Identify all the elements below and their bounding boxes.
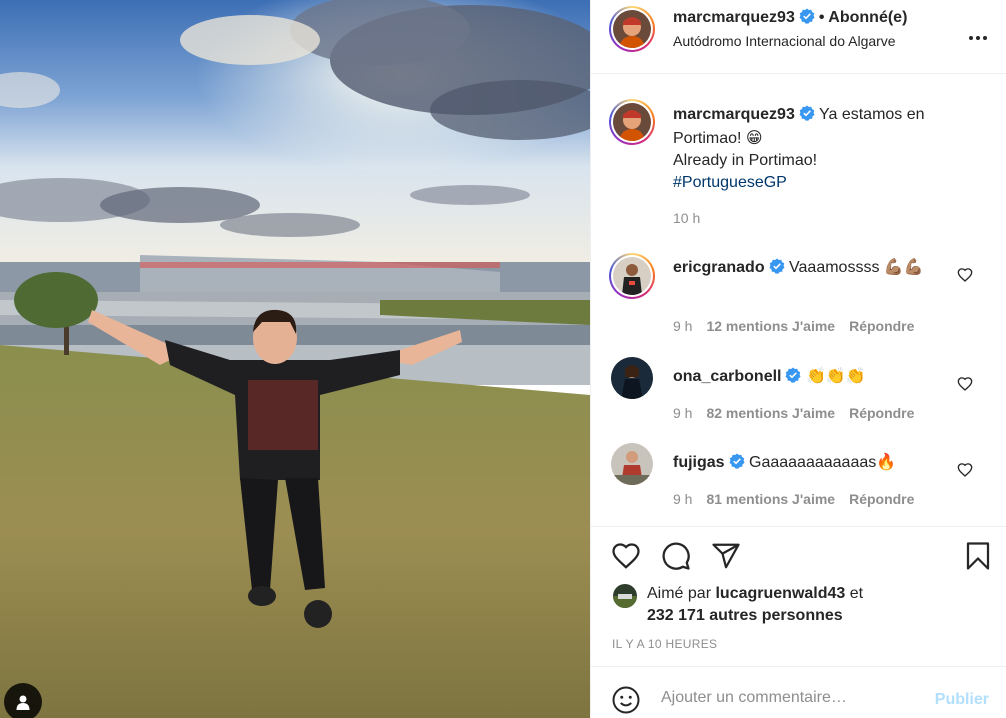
like-comment-heart-icon[interactable] <box>957 267 973 283</box>
comment-time[interactable]: 9 h <box>673 405 692 421</box>
hashtag-link[interactable]: #PortugueseGP <box>673 174 787 191</box>
tagged-users-button[interactable] <box>4 683 42 718</box>
like-heart-icon[interactable] <box>611 541 641 571</box>
comment-meta: 9 h 81 mentions J'aime Répondre <box>673 491 928 507</box>
likes-text: Aimé par lucagruenwald43 et 232 171 autr… <box>647 583 863 627</box>
post-location[interactable]: Autódromo Internacional do Algarve <box>673 33 896 49</box>
share-paper-plane-icon[interactable] <box>711 541 741 571</box>
commenter-avatar[interactable] <box>609 253 655 299</box>
like-comment-heart-icon[interactable] <box>957 376 973 392</box>
caption-line-3: Already in Portimao! <box>673 152 818 169</box>
comment-item: fujigas Gaaaaaaaaaaaas🔥 9 h 81 mentions J… <box>591 431 1006 511</box>
caption-username[interactable]: marcmarquez93 <box>673 106 795 123</box>
comment-likes[interactable]: 81 mentions J'aime <box>706 491 835 507</box>
comment-likes[interactable]: 12 mentions J'aime <box>706 318 835 334</box>
liker-avatar[interactable] <box>613 584 637 608</box>
post-action-bar <box>591 528 1006 584</box>
verified-badge-icon <box>729 453 745 476</box>
more-horizontal-icon <box>968 23 988 45</box>
post-header: marcmarquez93 • Abonné(e) Autódromo Inter… <box>591 0 1006 74</box>
bookmark-save-icon[interactable] <box>963 541 993 571</box>
liker-username[interactable]: lucagruenwald43 <box>715 585 845 602</box>
comment-meta: 9 h 12 mentions J'aime Répondre <box>673 318 928 334</box>
comment-time[interactable]: 9 h <box>673 491 692 507</box>
comment-body: Vaaamossss 💪🏽💪🏽 <box>789 259 924 276</box>
post-image <box>0 0 590 718</box>
comment-body: 👏👏👏 <box>805 368 866 385</box>
comment-username[interactable]: ericgranado <box>673 259 765 276</box>
comment-username[interactable]: fujigas <box>673 454 725 471</box>
verified-badge-icon <box>799 105 815 128</box>
comment-text: ona_carbonell 👏👏👏 <box>673 366 973 390</box>
verified-badge-icon <box>769 258 785 281</box>
comment-item: ona_carbonell 👏👏👏 9 h 82 mentions J'aime R… <box>591 345 1006 425</box>
caption-text: marcmarquez93 Ya estamos en Portimao! 😁 … <box>673 104 973 194</box>
likes-summary: Aimé par lucagruenwald43 et 232 171 autr… <box>591 580 1006 630</box>
comment-input[interactable] <box>661 689 921 707</box>
comment-meta: 9 h 82 mentions J'aime Répondre <box>673 405 928 421</box>
like-comment-heart-icon[interactable] <box>957 462 973 478</box>
comment-likes[interactable]: 82 mentions J'aime <box>706 405 835 421</box>
add-comment-bar: Publier <box>591 666 1006 718</box>
comment-bubble-icon[interactable] <box>661 541 691 571</box>
emoji-smiley-icon[interactable] <box>611 685 641 715</box>
user-icon <box>15 694 31 710</box>
comment-text: fujigas Gaaaaaaaaaaaas🔥 <box>673 452 973 476</box>
comment-username[interactable]: ona_carbonell <box>673 368 781 385</box>
commenter-avatar[interactable] <box>611 357 653 399</box>
verified-badge-icon <box>799 8 815 29</box>
commenter-avatar[interactable] <box>611 443 653 485</box>
header-username-line: marcmarquez93 • Abonné(e) <box>673 8 907 29</box>
author-username[interactable]: marcmarquez93 <box>673 9 795 26</box>
post-photo[interactable] <box>0 0 590 718</box>
follow-status-button[interactable]: • Abonné(e) <box>819 9 908 26</box>
comment-body: Gaaaaaaaaaaaas🔥 <box>749 454 897 471</box>
reply-button[interactable]: Répondre <box>849 318 914 334</box>
caption-line-1: Ya estamos en <box>819 106 925 123</box>
author-avatar[interactable] <box>609 6 655 52</box>
comments-list: marcmarquez93 Ya estamos en Portimao! 😁 … <box>591 75 1006 527</box>
caption-author-avatar[interactable] <box>609 99 655 145</box>
likes-prefix: Aimé par <box>647 585 712 602</box>
publish-button[interactable]: Publier <box>935 691 989 709</box>
reply-button[interactable]: Répondre <box>849 405 914 421</box>
verified-badge-icon <box>785 367 801 390</box>
comment-time[interactable]: 9 h <box>673 318 692 334</box>
reply-button[interactable]: Répondre <box>849 491 914 507</box>
post-side-panel: marcmarquez93 • Abonné(e) Autódromo Inter… <box>590 0 1006 718</box>
likes-others-count[interactable]: 232 171 autres personnes <box>647 607 843 624</box>
caption-line-2: Portimao! 😁 <box>673 130 763 147</box>
post-timestamp[interactable]: IL Y A 10 HEURES <box>612 637 717 651</box>
caption-time[interactable]: 10 h <box>673 210 700 226</box>
post-caption: marcmarquez93 Ya estamos en Portimao! 😁 … <box>591 75 1006 235</box>
likes-and: et <box>849 585 864 602</box>
comment-text: ericgranado Vaaamossss 💪🏽💪🏽 <box>673 257 973 281</box>
comment-item: ericgranado Vaaamossss 💪🏽💪🏽 9 h 12 mentio… <box>591 245 1006 335</box>
more-options-button[interactable] <box>966 22 990 46</box>
